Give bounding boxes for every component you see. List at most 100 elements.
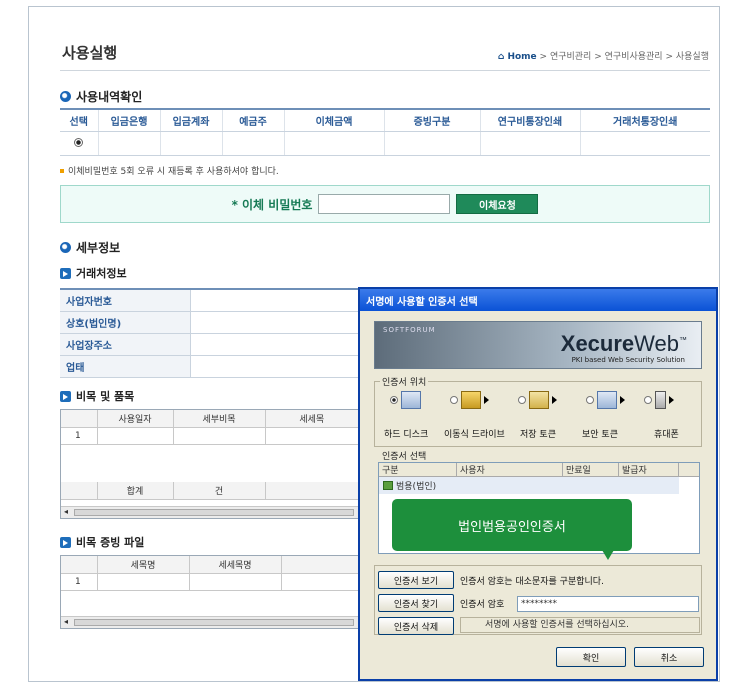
device-security-token[interactable] — [586, 391, 625, 409]
delete-certificate-button[interactable]: 인증서 삭제 — [378, 617, 454, 635]
scroll-thumb[interactable] — [74, 509, 354, 516]
select-radio[interactable] — [74, 137, 84, 147]
empty-area — [61, 444, 359, 482]
xecureweb-logo: XecureWeb™ — [560, 331, 687, 356]
arrow-right-icon — [620, 396, 625, 404]
radio-phone[interactable] — [644, 396, 652, 404]
radio-security-token[interactable] — [586, 396, 594, 404]
certificate-icon — [383, 481, 393, 490]
certificate-password-input[interactable]: ******** — [517, 596, 699, 612]
expense-grid: 사용일자 세부비목 세세목 1 합계 건 ◂ — [60, 409, 360, 519]
section-expense-title: 비목 및 품목 — [60, 388, 134, 404]
table-cell — [281, 573, 359, 591]
find-certificate-button[interactable]: 인증서 찾기 — [378, 594, 454, 612]
arrow-right-icon — [669, 396, 674, 404]
transfer-password-input[interactable] — [318, 194, 451, 214]
column-header[interactable]: 구분 — [379, 463, 457, 476]
device-label: 이동식 드라이브 — [444, 430, 505, 440]
phone-icon — [655, 391, 666, 409]
row-number: 1 — [61, 573, 98, 591]
table-cell — [384, 131, 481, 156]
table-header-row: 선택 입금은행 입금계좌 예금주 이체금액 증빙구분 연구비통장인쇄 거래처통장… — [60, 109, 710, 132]
view-certificate-button[interactable]: 인증서 보기 — [378, 571, 454, 589]
column-header[interactable]: 발급자 — [619, 463, 679, 476]
scroll-left-icon[interactable]: ◂ — [64, 617, 68, 626]
password-notice: 이체비밀번호 5회 오류 시 재등록 후 사용하셔야 합니다. — [60, 164, 279, 177]
device-phone[interactable] — [644, 391, 674, 409]
evidence-grid: 세목명 세세목명 1 ◂ — [60, 555, 360, 629]
grid-header-row: 세목명 세세목명 — [61, 556, 359, 574]
table-row — [60, 131, 710, 156]
section-vendor-title: 거래처정보 — [60, 265, 127, 281]
column-header: 이체금액 — [284, 109, 385, 132]
selection-hint: 서명에 사용할 인증서를 선택하십시오. — [460, 617, 700, 633]
column-header: 선택 — [60, 109, 99, 132]
select-cell — [60, 131, 99, 156]
arrow-bullet-icon — [60, 267, 71, 279]
column-header: 사용일자 — [97, 410, 174, 428]
column-header: 거래처통장인쇄 — [580, 109, 710, 132]
table-cell — [98, 131, 161, 156]
arrow-bullet-icon — [60, 536, 71, 548]
certificate-list-header: 구분 사용자 만료일 발급자 — [379, 463, 699, 477]
security-token-icon — [597, 391, 617, 409]
select-group-label: 인증서 선택 — [380, 449, 429, 462]
column-header: 세세목 — [265, 410, 359, 428]
arrow-bullet-icon — [60, 390, 71, 402]
row-header: 사업자번호 — [60, 289, 191, 312]
scroll-thumb[interactable] — [74, 619, 354, 626]
empty-row — [61, 444, 359, 482]
column-header: 증빙구분 — [384, 109, 481, 132]
device-label: 휴대폰 — [654, 430, 679, 440]
column-header: 세목명 — [97, 556, 190, 574]
table-row[interactable]: 1 — [61, 573, 359, 591]
section-evidence-title: 비목 증빙 파일 — [60, 534, 144, 550]
column-header: 입금은행 — [98, 109, 161, 132]
callout-label: 법인범용공인인증서 — [392, 499, 632, 560]
transfer-password-box: * 이체 비밀번호 이체요청 — [60, 185, 710, 223]
table-cell — [97, 573, 190, 591]
radio-storage-token[interactable] — [518, 396, 526, 404]
radio-removable[interactable] — [450, 396, 458, 404]
bullet-icon — [60, 168, 64, 173]
table-cell — [284, 131, 385, 156]
radio-harddisk[interactable] — [390, 396, 398, 404]
breadcrumb-item[interactable]: 연구비관리 — [550, 52, 591, 62]
breadcrumb-item[interactable]: 연구비사용관리 — [605, 52, 663, 62]
column-header[interactable]: 만료일 — [563, 463, 619, 476]
row-header: 상호(법인명) — [60, 311, 191, 334]
sum-label: 합계 — [97, 482, 174, 500]
scroll-left-icon[interactable]: ◂ — [64, 507, 68, 516]
device-removable[interactable] — [450, 391, 489, 409]
column-header — [281, 556, 359, 574]
certificate-dialog: 서명에 사용할 인증서 선택 SOFTFORUM XecureWeb™ PKI … — [358, 287, 718, 681]
table-cell — [265, 427, 359, 445]
title-divider — [60, 70, 710, 71]
device-storage-token[interactable] — [518, 391, 557, 409]
breadcrumb-home[interactable]: ⌂ Home — [498, 52, 537, 62]
grid-header-row: 사용일자 세부비목 세세목 — [61, 410, 359, 428]
column-header[interactable]: 사용자 — [457, 463, 563, 476]
table-row[interactable]: 1 — [61, 427, 359, 445]
column-header: 예금주 — [222, 109, 285, 132]
transfer-request-button[interactable]: 이체요청 — [456, 194, 539, 214]
row-header: 사업장주소 — [60, 333, 191, 356]
horizontal-scrollbar[interactable]: ◂ — [61, 506, 359, 518]
device-harddisk[interactable] — [390, 391, 421, 409]
table-cell — [222, 131, 285, 156]
column-header: 세부비목 — [173, 410, 266, 428]
section-usage-title: 사용내역확인 — [60, 88, 142, 105]
column-header: 세세목명 — [189, 556, 282, 574]
location-group-label: 인증서 위치 — [380, 375, 429, 388]
device-label: 보안 토큰 — [582, 430, 618, 440]
table-cell — [480, 131, 581, 156]
table-cell — [61, 482, 98, 500]
xecureweb-banner: SOFTFORUM XecureWeb™ PKI based Web Secur… — [374, 321, 702, 369]
ok-button[interactable]: 확인 — [556, 647, 626, 667]
certificate-item[interactable]: 범용(법인) — [379, 477, 679, 494]
horizontal-scrollbar[interactable]: ◂ — [61, 616, 359, 628]
sum-row: 합계 건 — [61, 482, 359, 500]
removable-drive-icon — [461, 391, 481, 409]
circle-bullet-icon — [60, 242, 71, 253]
cancel-button[interactable]: 취소 — [634, 647, 704, 667]
